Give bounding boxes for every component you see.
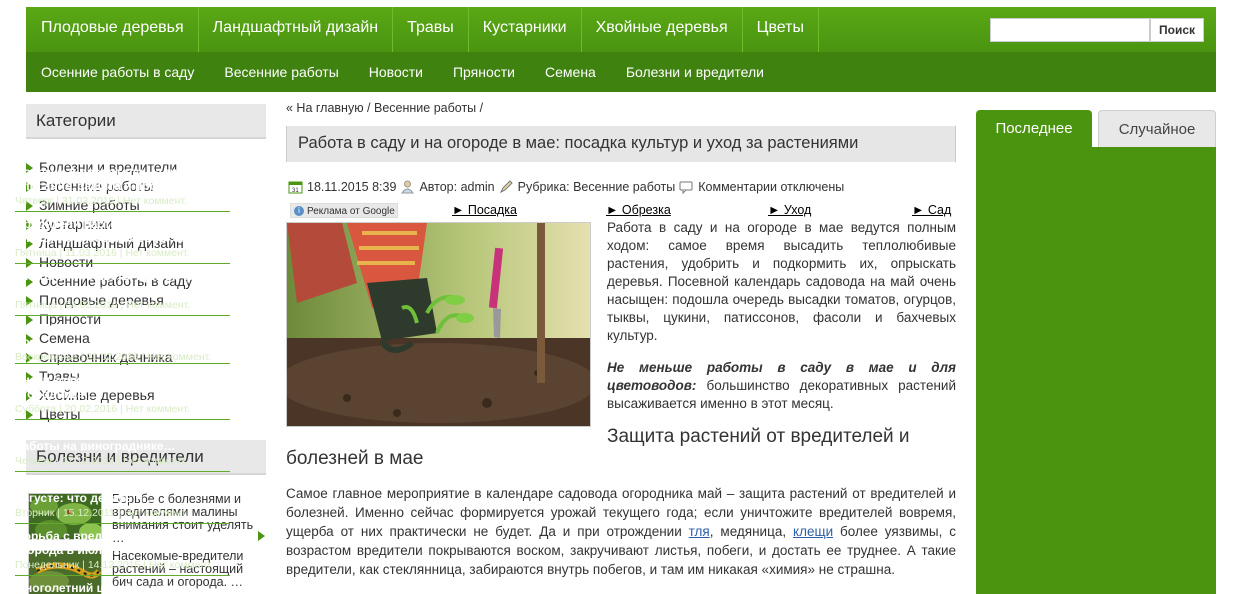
post-rubric[interactable]: Рубрика: Весенние работы xyxy=(518,180,676,194)
section-heading: Защита растений от вредителей и xyxy=(607,426,910,447)
post-comments: Комментарии отключены xyxy=(698,180,845,194)
recent-post[interactable]: Уход за виноградом осенью: работы на вин… xyxy=(15,425,230,468)
recent-post[interactable]: Борьба с вредителями сада огорода в июле… xyxy=(15,529,230,572)
nav-item-spring-works[interactable]: Весенние работы xyxy=(209,52,353,92)
post-intro-2: Не меньше работы в саду в мае и для цвет… xyxy=(607,360,956,411)
comment-icon xyxy=(679,180,694,195)
search-input[interactable] xyxy=(990,18,1150,42)
recent-post-title[interactable]: Борьба с вредителями сада огорода в июле… xyxy=(15,529,230,557)
recent-posts-panel xyxy=(976,147,1216,594)
recent-post-title[interactable]: Правильная обрезка кустовых роз… xyxy=(15,321,230,349)
ad-link[interactable]: ► Сад xyxy=(912,203,956,217)
recent-post-title[interactable]: Многолетний цветок анемона: xyxy=(15,581,230,594)
recent-post-title[interactable]: Болезни и вредители малины: описание, за… xyxy=(15,165,230,193)
post-body: Самое главное мероприятие в календаре са… xyxy=(286,486,956,577)
nav-item-news[interactable]: Новости xyxy=(354,52,438,92)
divider xyxy=(15,419,230,420)
recent-post-title[interactable]: Работа в саду и на огороде в августе: чт… xyxy=(15,477,230,505)
recent-post[interactable]: Работа в саду и на огороде в августе: чт… xyxy=(15,477,230,520)
recent-post-meta: Вторник | 15.12.2015 | Нет коммент. xyxy=(15,507,188,519)
tab-random[interactable]: Случайное xyxy=(1098,110,1216,147)
section-heading-cont: болезней в мае xyxy=(286,448,424,469)
nav-item-conifers[interactable]: Хвойные деревья xyxy=(582,7,743,52)
recent-post-title[interactable]: Уход за виноградом осенью: работы на вин… xyxy=(15,425,230,453)
secondary-nav: Осенние работы в саду Весенние работы Но… xyxy=(26,52,1216,92)
nav-item-shrubs[interactable]: Кустарники xyxy=(469,7,582,52)
divider xyxy=(15,523,230,524)
recent-post[interactable]: Многолетний цветок анемона: xyxy=(15,581,230,594)
recent-post-meta: Суббота | 20.02.2016 | Нет коммент. xyxy=(15,403,190,415)
recent-post-title[interactable]: Вредители растений: фото, описание и мер… xyxy=(15,217,230,245)
recent-post-meta: Понедельник | 14.12.2015 | Нет коммент. xyxy=(15,559,213,571)
nav-item-pests[interactable]: Болезни и вредители xyxy=(611,52,779,92)
recent-post-meta: Пятница | 04.03.2016 | Нет коммент. xyxy=(15,299,191,311)
recent-post-meta: Воскресенье | 21.02.2016 | Нет коммент. xyxy=(15,351,212,363)
post-author[interactable]: Автор: admin xyxy=(419,180,494,194)
tab-latest[interactable]: Последнее xyxy=(976,110,1092,147)
recent-post[interactable]: Болезни и вредители малины: описание, за… xyxy=(15,165,230,208)
recent-post-meta: Четверг | 17.12.2015 | Нет коммент. xyxy=(15,455,187,467)
breadcrumb[interactable]: « На главную / Весенние работы / xyxy=(286,101,483,115)
recent-post[interactable]: Правильная обрезка кустовых роз… Воскрес… xyxy=(15,321,230,364)
divider xyxy=(15,363,230,364)
ad-link[interactable]: ► Уход xyxy=(768,203,811,217)
divider xyxy=(15,263,230,264)
link-aphid[interactable]: тля xyxy=(689,524,710,539)
user-icon xyxy=(400,180,415,194)
divider xyxy=(15,575,230,576)
recent-post-meta: Четверг | 31.03.2016 | Нет коммент. xyxy=(15,195,187,207)
search-button[interactable]: Поиск xyxy=(1150,18,1204,42)
post-meta: 31 18.11.2015 8:39 Автор: admin Рубрика:… xyxy=(288,178,848,196)
nav-item-seeds[interactable]: Семена xyxy=(530,52,611,92)
post-title-box: Работа в саду и на огороде в мае: посадк… xyxy=(286,126,956,162)
recent-post[interactable]: Многолетние цветы ирисы: фото и описание… xyxy=(15,269,230,312)
ad-link[interactable]: ► Обрезка xyxy=(606,203,671,217)
nav-item-herbs[interactable]: Травы xyxy=(393,7,469,52)
nav-item-flowers[interactable]: Цветы xyxy=(743,7,819,52)
divider xyxy=(15,471,230,472)
post-intro: Работа в саду и на огороде в мае ведутся… xyxy=(607,220,956,343)
recent-post-title[interactable]: Многолетние цветы ирисы: фото и описание… xyxy=(15,269,230,297)
categories-header: Категории xyxy=(26,104,266,139)
divider xyxy=(15,211,230,212)
post-date: 18.11.2015 8:39 xyxy=(307,180,397,194)
sidebar-tabs: Последнее Случайное xyxy=(976,110,1216,147)
ad-badge[interactable]: i Реклама от Google xyxy=(290,203,398,218)
nav-item-spices[interactable]: Пряности xyxy=(438,52,530,92)
svg-text:31: 31 xyxy=(292,188,299,194)
recent-post[interactable]: Знаки зодиака для садовода и огородника…… xyxy=(15,373,230,416)
link-mites[interactable]: клещи xyxy=(793,524,833,539)
arrow-right-icon xyxy=(258,531,265,541)
primary-nav: Плодовые деревья Ландшафтный дизайн Трав… xyxy=(26,7,1216,52)
info-icon: i xyxy=(294,206,304,216)
divider xyxy=(15,315,230,316)
nav-item-landscape[interactable]: Ландшафтный дизайн xyxy=(199,7,394,52)
recent-post-meta: Пятница | 11.03.2016 | Нет коммент. xyxy=(15,247,190,259)
recent-post-title[interactable]: Знаки зодиака для садовода и огородника… xyxy=(15,373,230,401)
post-title: Работа в саду и на огороде в мае: посадк… xyxy=(298,134,859,152)
post-image xyxy=(286,222,591,427)
calendar-icon: 31 xyxy=(288,180,303,194)
ad-link[interactable]: ► Посадка xyxy=(452,203,517,217)
pencil-icon xyxy=(499,180,514,194)
nav-item-autumn-works[interactable]: Осенние работы в саду xyxy=(26,52,209,92)
nav-item-fruit-trees[interactable]: Плодовые деревья xyxy=(26,7,199,52)
recent-post[interactable]: Вредители растений: фото, описание и мер… xyxy=(15,217,230,260)
